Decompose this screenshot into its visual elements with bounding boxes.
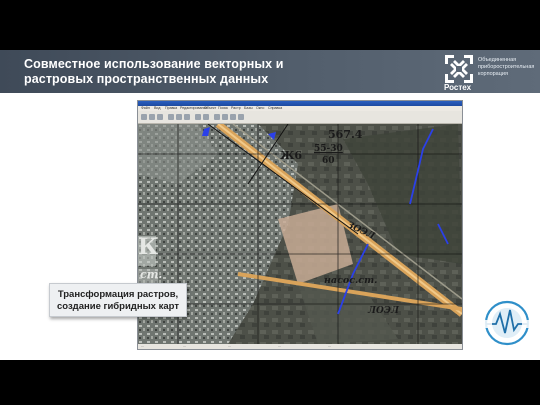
- rostec-logo-icon: [445, 55, 473, 83]
- corporation-name: Объединенная приборостроительная корпора…: [478, 57, 538, 79]
- status-field: ...: [141, 344, 144, 348]
- slide-title: Совместное использование векторных и рас…: [24, 57, 284, 86]
- corp-line: Объединенная: [478, 57, 517, 63]
- toolbar: [138, 111, 462, 124]
- status-field: ...: [228, 344, 231, 348]
- map-label-fraction-bottom: 60: [322, 156, 335, 166]
- map-label-pump-station: насос.ст.: [324, 275, 378, 286]
- toolbar-button[interactable]: [149, 114, 155, 120]
- toolbar-button[interactable]: [238, 114, 244, 120]
- toolbar-button[interactable]: [157, 114, 163, 120]
- corp-line: приборостроительная: [478, 64, 535, 71]
- toolbar-button[interactable]: [176, 114, 182, 120]
- rostec-brand-name: Ростех: [444, 83, 472, 92]
- toolbar-button[interactable]: [195, 114, 201, 120]
- status-bar: ... ... ... ... ...: [138, 344, 462, 349]
- status-field: ...: [183, 344, 186, 348]
- map-label-fraction-top: 55-30: [314, 144, 343, 154]
- toolbar-button[interactable]: [203, 114, 209, 120]
- toolbar-button[interactable]: [184, 114, 190, 120]
- niikp-logo-icon: [478, 300, 536, 346]
- toolbar-button[interactable]: [222, 114, 228, 120]
- toolbar-button[interactable]: [168, 114, 174, 120]
- map-label-sheet: 567.4: [328, 128, 363, 141]
- corp-line: корпорация: [478, 71, 508, 78]
- status-field: ...: [328, 344, 331, 348]
- map-label-partial: ст.: [140, 268, 163, 281]
- map-label-rail: ЛОЭЛ: [368, 306, 399, 316]
- toolbar-button[interactable]: [141, 114, 147, 120]
- toolbar-button[interactable]: [230, 114, 236, 120]
- caption-box: Трансформация растров, создание гибридны…: [49, 283, 187, 317]
- toolbar-button[interactable]: [214, 114, 220, 120]
- map-label-district: Ж6: [280, 149, 303, 162]
- status-field: ...: [278, 344, 281, 348]
- map-label-big-letters: К: [138, 234, 159, 260]
- slide: Совместное использование векторных и рас…: [0, 0, 540, 405]
